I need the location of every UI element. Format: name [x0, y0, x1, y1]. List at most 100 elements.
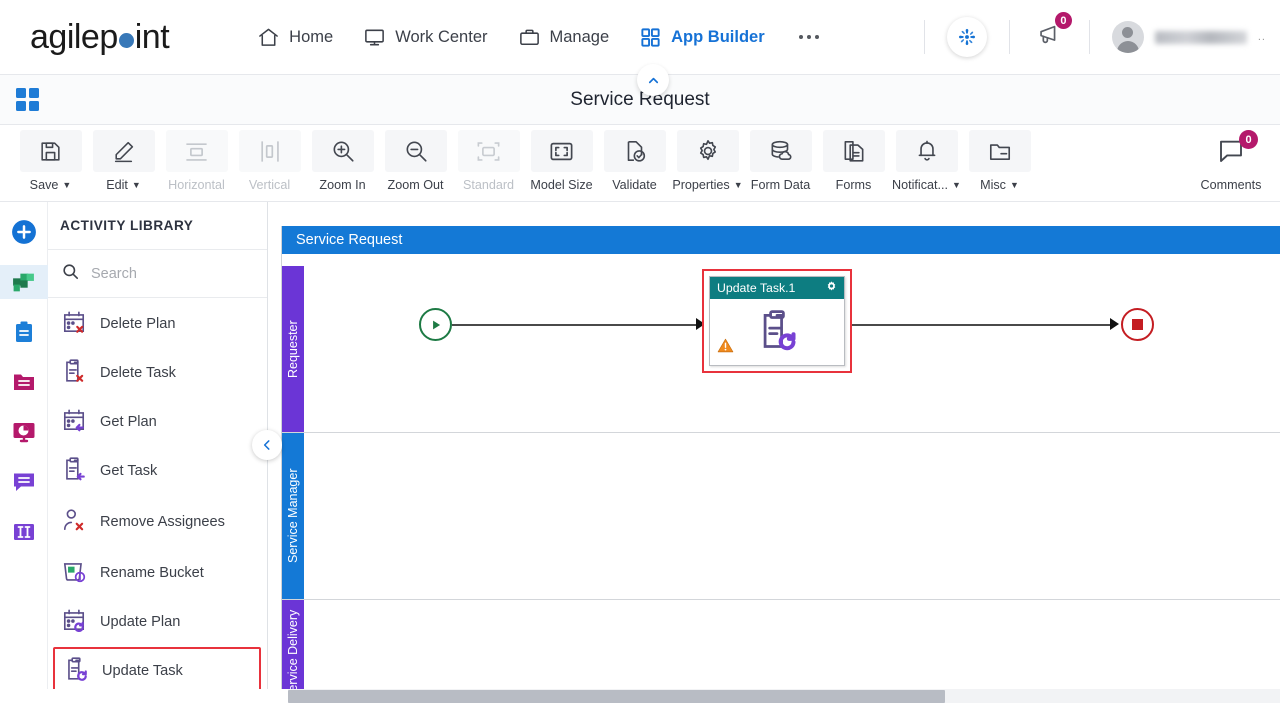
- zoom-out-icon: [384, 130, 447, 172]
- rail-add-icon[interactable]: [0, 215, 48, 249]
- nav-item-app-builder[interactable]: App Builder: [639, 26, 765, 49]
- nav-label-work-center: Work Center: [395, 27, 488, 46]
- task-title: Update Task.1: [717, 281, 796, 295]
- announcement-badge: 0: [1053, 11, 1073, 30]
- standard-icon: [457, 130, 520, 172]
- swirl-icon[interactable]: [946, 17, 987, 57]
- briefcase-icon: [518, 26, 541, 49]
- toolbar-horizontal-button[interactable]: Horizontal: [160, 130, 233, 192]
- toolbar-edit-button[interactable]: Edit ▼: [87, 130, 160, 192]
- bell-icon: [895, 130, 958, 172]
- chevron-down-icon: ▼: [733, 180, 743, 190]
- activity-label: Delete Task: [100, 365, 176, 382]
- calendar-delete-icon: [61, 309, 87, 340]
- toolbar-zoom-in-button[interactable]: Zoom In: [306, 130, 379, 192]
- task-body: [710, 299, 844, 365]
- person-remove-icon: [61, 507, 87, 538]
- nav-item-work-center[interactable]: Work Center: [363, 26, 488, 49]
- main-navigation: Home Work Center Manage App Builder: [257, 26, 820, 49]
- toolbar-label: Save: [29, 178, 59, 192]
- model-size-icon: [530, 130, 593, 172]
- toolbar-comments-button[interactable]: 0 Comments: [1188, 130, 1274, 192]
- process-canvas[interactable]: Service Request Requester Update Task.1: [268, 202, 1280, 703]
- rail-comments-icon[interactable]: [0, 465, 48, 499]
- swimlane-body[interactable]: [304, 600, 1280, 703]
- start-event[interactable]: [419, 308, 452, 341]
- canvas-horizontal-scrollbar[interactable]: [288, 689, 1280, 703]
- search-input[interactable]: [91, 265, 241, 282]
- activity-item-get-plan[interactable]: Get Plan: [48, 398, 267, 447]
- toolbar-save-button[interactable]: Save ▼: [14, 130, 87, 192]
- nav-more-options-icon[interactable]: [798, 34, 820, 40]
- toolbar-label: Misc: [980, 178, 1006, 192]
- toolbar-label: Model Size: [530, 178, 593, 192]
- activity-item-update-plan[interactable]: Update Plan: [48, 598, 267, 647]
- toolbar-properties-button[interactable]: Properties ▼: [671, 130, 744, 192]
- toolbar-label: Properties: [672, 178, 730, 192]
- toolbar-label: Zoom In: [319, 178, 366, 192]
- toolbar-label: Notificat...: [892, 178, 949, 192]
- activity-item-rename-bucket[interactable]: Rename Bucket: [48, 549, 267, 598]
- rail-columns-icon[interactable]: [0, 515, 48, 549]
- chevron-left-icon[interactable]: [252, 430, 282, 460]
- toolbar-form-data-button[interactable]: Form Data: [744, 130, 817, 192]
- rail-folder-icon[interactable]: [0, 365, 48, 399]
- end-event[interactable]: [1121, 308, 1154, 341]
- pencil-icon: [92, 130, 155, 172]
- toolbar-label: Form Data: [750, 178, 811, 192]
- comments-badge: 0: [1239, 130, 1258, 149]
- agilepoint-logo[interactable]: agilep int: [30, 17, 170, 57]
- toolbar-zoom-out-button[interactable]: Zoom Out: [379, 130, 452, 192]
- swimlane-body[interactable]: Update Task.1: [304, 266, 1280, 432]
- toolbar-label: Horizontal: [168, 178, 225, 192]
- activity-item-get-task[interactable]: Get Task: [48, 447, 267, 496]
- toolbar-model-size-button[interactable]: Model Size: [525, 130, 598, 192]
- rail-reports-icon[interactable]: [0, 415, 48, 449]
- play-icon: [432, 320, 440, 329]
- bucket-rename-icon: [61, 558, 87, 589]
- megaphone-icon: [1036, 25, 1063, 52]
- logo-text-2: int: [134, 17, 170, 56]
- activity-item-delete-task[interactable]: Delete Task: [48, 349, 267, 398]
- toolbar-forms-button[interactable]: Forms: [817, 130, 890, 192]
- nav-item-home[interactable]: Home: [257, 26, 333, 49]
- rail-activities-icon[interactable]: [0, 265, 48, 299]
- calendar-get-icon: [61, 407, 87, 438]
- logo-text-1: agilep: [30, 17, 118, 56]
- activity-item-delete-plan[interactable]: Delete Plan: [48, 300, 267, 349]
- vertical-icon: [238, 130, 301, 172]
- toolbar-validate-button[interactable]: Validate: [598, 130, 671, 192]
- activity-label: Update Task: [102, 663, 183, 680]
- activity-label: Rename Bucket: [100, 565, 204, 582]
- rail-clipboard-icon[interactable]: [0, 315, 48, 349]
- scrollbar-thumb[interactable]: [288, 690, 945, 703]
- nav-item-manage[interactable]: Manage: [518, 26, 609, 49]
- activity-library-panel: ACTIVITY LIBRARY Delete Plan: [48, 202, 268, 703]
- swimlane-body[interactable]: [304, 433, 1280, 599]
- activity-item-remove-assignees[interactable]: Remove Assignees: [48, 496, 267, 549]
- chevron-up-icon[interactable]: [637, 64, 669, 96]
- toolbar-vertical-button[interactable]: Vertical: [233, 130, 306, 192]
- toolbar-label: Edit: [106, 178, 128, 192]
- clipboard-get-icon: [61, 456, 87, 487]
- activity-search[interactable]: [48, 250, 267, 298]
- announcements-button[interactable]: 0: [1036, 11, 1073, 53]
- warning-icon: [717, 337, 734, 359]
- toolbar-label: Validate: [612, 178, 657, 192]
- activity-label: Get Plan: [100, 414, 157, 431]
- gear-icon[interactable]: [825, 280, 838, 296]
- toolbar-standard-button[interactable]: Standard: [452, 130, 525, 192]
- save-icon: [19, 130, 82, 172]
- pool-header: Service Request: [282, 226, 1280, 254]
- logo-dot-icon: [118, 32, 134, 48]
- document-icon: [822, 130, 885, 172]
- swimlane-service-manager: Service Manager: [282, 433, 1280, 600]
- divider: [1088, 20, 1090, 54]
- activity-list: Delete Plan Delete Task Get Plan Get Tas…: [48, 298, 267, 703]
- task-node-update-task-1[interactable]: Update Task.1: [702, 269, 852, 373]
- toolbar-misc-button[interactable]: Misc ▼: [963, 130, 1036, 192]
- toolbar-notifications-button[interactable]: Notificat... ▼: [890, 130, 963, 192]
- user-menu[interactable]: ..: [1111, 21, 1266, 53]
- divider: [923, 20, 925, 54]
- toolbar: Save ▼ Edit ▼ Horizontal Vertical Zoom I…: [0, 125, 1280, 202]
